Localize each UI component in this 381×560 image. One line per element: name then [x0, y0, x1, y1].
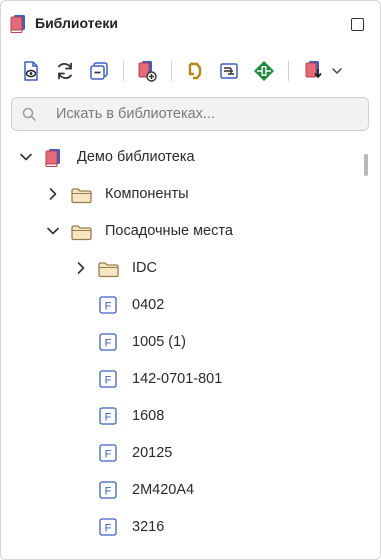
svg-text:F: F: [105, 412, 112, 424]
footprint-file-icon: F: [99, 370, 117, 393]
svg-text:F: F: [105, 486, 112, 498]
schematic-button[interactable]: [215, 57, 243, 85]
collapse-icon: [90, 62, 108, 80]
folder-icon: [98, 261, 119, 283]
toolbar: [1, 53, 380, 89]
search-icon: [22, 107, 36, 126]
tree-item-label: IDC: [132, 260, 157, 276]
svg-text:F: F: [105, 449, 112, 461]
tree-item-idc[interactable]: IDC: [1, 250, 360, 287]
collapse-all-button[interactable]: [85, 57, 113, 85]
tree-item-label: 20125: [132, 445, 173, 461]
library-book-icon: [44, 148, 62, 173]
library-tree: Демо библиотека Компоненты Посадочные ме…: [1, 139, 380, 559]
footprint-file-icon: F: [99, 481, 117, 504]
tree-item-footprint[interactable]: F 1005 (1): [1, 324, 360, 361]
view-document-button[interactable]: [17, 57, 45, 85]
panel-header: Библиотеки: [1, 1, 380, 47]
svg-text:F: F: [105, 301, 112, 313]
tree-item-demo-library[interactable]: Демо библиотека: [1, 139, 360, 176]
chevron-down-icon[interactable]: [19, 150, 33, 164]
libraries-panel: Библиотеки Искать в библиотеках... Демо …: [0, 0, 381, 560]
svg-text:F: F: [105, 375, 112, 387]
toolbar-separator: [171, 61, 172, 81]
tree-item-label: Демо библиотека: [77, 149, 195, 165]
tree-item-footprint[interactable]: F 0402: [1, 287, 360, 324]
chevron-right-icon[interactable]: [74, 261, 88, 275]
library-book-icon: [9, 14, 27, 34]
footprint-icon: [254, 61, 274, 81]
tree-item-label: 1608: [132, 408, 165, 424]
add-library-button[interactable]: [133, 57, 161, 85]
scrollbar[interactable]: [364, 154, 368, 176]
tree-item-footprint[interactable]: F 3216: [1, 509, 360, 546]
symbol-icon: [188, 62, 202, 80]
tree-item-footprints[interactable]: Посадочные места: [1, 213, 360, 250]
tree-item-label: 2M420A4: [132, 482, 195, 498]
refresh-button[interactable]: [51, 57, 79, 85]
search-input[interactable]: [56, 98, 356, 130]
tree-item-components[interactable]: Компоненты: [1, 176, 360, 213]
symbol-editor-button[interactable]: [181, 57, 209, 85]
document-eye-icon: [24, 61, 38, 81]
tree-item-label: Посадочные места: [105, 223, 233, 239]
folder-icon: [71, 224, 92, 246]
footprint-button[interactable]: [250, 57, 278, 85]
search-box: [11, 97, 369, 131]
chevron-right-icon[interactable]: [46, 187, 60, 201]
footprint-file-icon: F: [99, 444, 117, 467]
import-dropdown-button[interactable]: [323, 57, 351, 85]
svg-text:F: F: [105, 338, 112, 350]
chevron-down-icon[interactable]: [46, 224, 60, 238]
maximize-icon[interactable]: [351, 18, 364, 31]
schematic-icon: [220, 63, 238, 79]
footprint-file-icon: F: [99, 407, 117, 430]
chevron-down-icon: [332, 68, 342, 74]
footprint-file-icon: F: [99, 333, 117, 356]
library-add-icon: [138, 61, 157, 82]
tree-item-label: Компоненты: [105, 186, 189, 202]
panel-title: Библиотеки: [35, 15, 118, 31]
footprint-file-icon: F: [99, 296, 117, 319]
tree-item-footprint[interactable]: F 1608: [1, 398, 360, 435]
tree-item-label: 1005 (1): [132, 334, 187, 350]
tree-item-label: 0402: [132, 297, 165, 313]
refresh-icon: [58, 62, 72, 80]
tree-item-label: 3216: [132, 519, 165, 535]
tree-item-footprint[interactable]: F 142-0701-801: [1, 361, 360, 398]
toolbar-separator: [123, 61, 124, 81]
toolbar-separator: [288, 61, 289, 81]
tree-item-footprint[interactable]: F 2M420A4: [1, 472, 360, 509]
footprint-file-icon: F: [99, 518, 117, 541]
import-library-icon: [305, 61, 322, 78]
svg-text:F: F: [105, 523, 112, 535]
tree-item-footprint[interactable]: F 20125: [1, 435, 360, 472]
tree-item-label: 142-0701-801: [132, 371, 223, 387]
folder-icon: [71, 187, 92, 209]
